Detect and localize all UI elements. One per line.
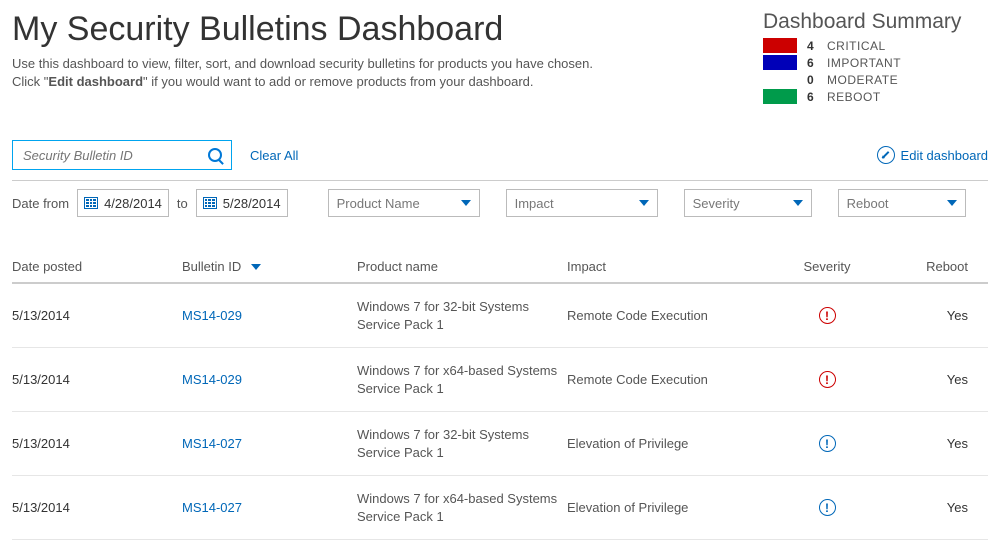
col-reboot[interactable]: Reboot — [877, 259, 988, 274]
date-from-input[interactable]: 4/28/2014 — [77, 189, 169, 217]
bulletin-link[interactable]: MS14-027 — [182, 500, 357, 515]
date-to-label: to — [177, 196, 188, 211]
cell-severity: ! — [777, 307, 877, 324]
col-severity[interactable]: Severity — [777, 259, 877, 274]
search-icon — [208, 148, 222, 162]
summary-row-critical: 4 CRITICAL — [763, 38, 988, 53]
chevron-down-icon — [639, 200, 649, 206]
severity-important-icon: ! — [819, 435, 836, 452]
cell-product: Windows 7 for x64-based Systems Service … — [357, 490, 567, 525]
dropdown-label: Reboot — [847, 196, 889, 211]
table-row: 5/13/2014MS14-029Windows 7 for x64-based… — [12, 348, 988, 412]
cell-impact: Elevation of Privilege — [567, 500, 777, 515]
summary-label: MODERATE — [827, 73, 898, 87]
cell-reboot: Yes — [877, 436, 988, 451]
subtitle-post: " if you would want to add or remove pro… — [143, 74, 533, 89]
summary-count: 4 — [807, 39, 823, 53]
date-from-value: 4/28/2014 — [104, 196, 162, 211]
bulletin-link[interactable]: MS14-029 — [182, 372, 357, 387]
cell-product: Windows 7 for 32-bit Systems Service Pac… — [357, 426, 567, 461]
date-from-label: Date from — [12, 196, 69, 211]
subtitle-bold: Edit dashboard — [48, 74, 143, 89]
cell-impact: Remote Code Execution — [567, 372, 777, 387]
cell-impact: Elevation of Privilege — [567, 436, 777, 451]
calendar-icon — [84, 197, 98, 209]
cell-date: 5/13/2014 — [12, 500, 182, 515]
cell-severity: ! — [777, 371, 877, 388]
summary-label: IMPORTANT — [827, 56, 901, 70]
swatch-reboot-icon — [763, 89, 797, 104]
chevron-down-icon — [947, 200, 957, 206]
edit-dashboard-label: Edit dashboard — [901, 148, 988, 163]
dropdown-label: Impact — [515, 196, 554, 211]
col-bulletin-id-label: Bulletin ID — [182, 259, 241, 274]
cell-reboot: Yes — [877, 308, 988, 323]
cell-severity: ! — [777, 499, 877, 516]
summary-count: 6 — [807, 56, 823, 70]
swatch-moderate-icon — [763, 72, 797, 87]
swatch-critical-icon — [763, 38, 797, 53]
summary-label: REBOOT — [827, 90, 881, 104]
summary-title: Dashboard Summary — [763, 10, 988, 34]
cell-reboot: Yes — [877, 500, 988, 515]
severity-important-icon: ! — [819, 499, 836, 516]
impact-dropdown[interactable]: Impact — [506, 189, 658, 217]
chevron-down-icon — [793, 200, 803, 206]
table-row: 5/13/2014MS14-027Windows 7 for x64-based… — [12, 476, 988, 540]
table-row: 5/13/2014MS14-029Windows 7 for 32-bit Sy… — [12, 284, 988, 348]
date-to-value: 5/28/2014 — [223, 196, 281, 211]
cell-impact: Remote Code Execution — [567, 308, 777, 323]
table-header: Date posted Bulletin ID Product name Imp… — [12, 259, 988, 284]
col-date-posted[interactable]: Date posted — [12, 259, 182, 274]
page-title: My Security Bulletins Dashboard — [12, 10, 612, 49]
pencil-icon — [877, 146, 895, 164]
dropdown-label: Severity — [693, 196, 740, 211]
summary-label: CRITICAL — [827, 39, 886, 53]
search-button[interactable] — [205, 145, 225, 165]
cell-severity: ! — [777, 435, 877, 452]
calendar-icon — [203, 197, 217, 209]
dashboard-summary: Dashboard Summary 4 CRITICAL 6 IMPORTANT… — [763, 10, 988, 106]
cell-date: 5/13/2014 — [12, 372, 182, 387]
date-to-input[interactable]: 5/28/2014 — [196, 189, 288, 217]
col-product-name[interactable]: Product name — [357, 259, 567, 274]
chevron-down-icon — [461, 200, 471, 206]
col-bulletin-id[interactable]: Bulletin ID — [182, 259, 357, 274]
summary-count: 6 — [807, 90, 823, 104]
sort-desc-icon — [251, 264, 261, 270]
bulletin-link[interactable]: MS14-027 — [182, 436, 357, 451]
search-box[interactable] — [12, 140, 232, 170]
reboot-dropdown[interactable]: Reboot — [838, 189, 966, 217]
page-subtitle: Use this dashboard to view, filter, sort… — [12, 55, 612, 91]
swatch-important-icon — [763, 55, 797, 70]
summary-row-important: 6 IMPORTANT — [763, 55, 988, 70]
severity-critical-icon: ! — [819, 371, 836, 388]
cell-reboot: Yes — [877, 372, 988, 387]
summary-row-reboot: 6 REBOOT — [763, 89, 988, 104]
bulletin-link[interactable]: MS14-029 — [182, 308, 357, 323]
divider — [12, 180, 988, 181]
cell-product: Windows 7 for 32-bit Systems Service Pac… — [357, 298, 567, 333]
cell-product: Windows 7 for x64-based Systems Service … — [357, 362, 567, 397]
cell-date: 5/13/2014 — [12, 436, 182, 451]
dropdown-label: Product Name — [337, 196, 420, 211]
edit-dashboard-link[interactable]: Edit dashboard — [877, 146, 988, 164]
clear-all-link[interactable]: Clear All — [250, 148, 298, 163]
summary-row-moderate: 0 MODERATE — [763, 72, 988, 87]
severity-critical-icon: ! — [819, 307, 836, 324]
summary-count: 0 — [807, 73, 823, 87]
cell-date: 5/13/2014 — [12, 308, 182, 323]
severity-dropdown[interactable]: Severity — [684, 189, 812, 217]
col-impact[interactable]: Impact — [567, 259, 777, 274]
table-row: 5/13/2014MS14-027Windows 7 for 32-bit Sy… — [12, 412, 988, 476]
product-name-dropdown[interactable]: Product Name — [328, 189, 480, 217]
search-input[interactable] — [21, 147, 205, 164]
